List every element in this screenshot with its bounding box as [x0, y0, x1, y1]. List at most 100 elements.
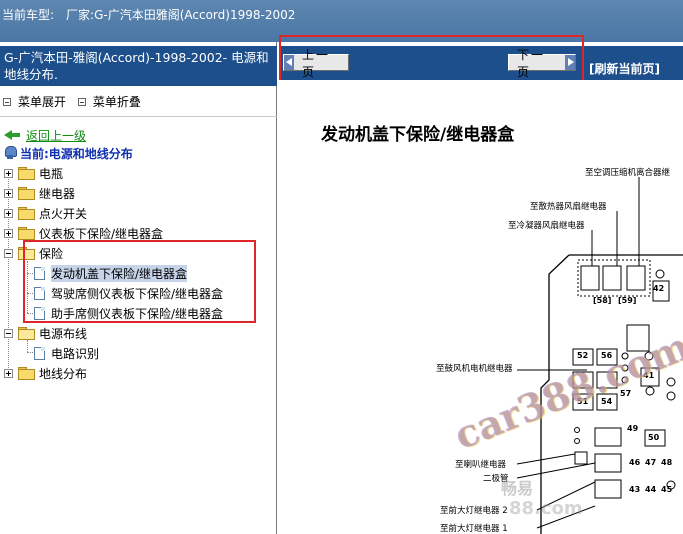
tree-item-label[interactable]: 仪表板下保险/继电器盒 [39, 225, 163, 242]
tree-item-ignition[interactable]: 点火开关 [4, 203, 87, 223]
tree-item-ground[interactable]: 地线分布 [4, 363, 87, 383]
arrow-right-icon [564, 55, 575, 70]
document-icon [34, 266, 45, 280]
terminal [621, 364, 629, 372]
fuse-47: 47 [645, 458, 657, 467]
terminal [621, 352, 629, 360]
expand-menu-button[interactable]: 菜单展开 [3, 93, 66, 110]
collapse-icon[interactable] [4, 248, 13, 258]
diagram-view: 发动机盖下保险/继电器盒 至空调压缩机离合器继 至散热器风扇继电器 至冷凝器风扇… [279, 80, 683, 534]
relay-slot [626, 324, 650, 352]
tree-item-circuit-id[interactable]: 电路识别 [34, 343, 99, 363]
tree-item-driver-fusebox[interactable]: 驾驶席侧仪表板下保险/继电器盒 [34, 283, 223, 303]
car-model-label: 当前车型: [2, 8, 55, 22]
fuse-57: 57 [620, 389, 632, 398]
fuse-43: 43 [629, 485, 641, 494]
fuse-59: [59] [618, 296, 637, 305]
tree-item-battery[interactable]: 电瓶 [4, 163, 63, 183]
fuse-slot [596, 371, 618, 389]
fuse-41: 41 [643, 371, 655, 380]
relay-slot [594, 479, 622, 499]
document-icon [34, 346, 45, 360]
fuse-44: 44 [645, 485, 657, 494]
next-page-button[interactable]: 下一页 [508, 48, 576, 79]
tree-item-label[interactable]: 电瓶 [39, 165, 63, 182]
fuse-48: 48 [661, 458, 673, 467]
back-arrow-icon [4, 129, 22, 141]
tree-item-passenger-fusebox[interactable]: 助手席侧仪表板下保险/继电器盒 [34, 303, 223, 323]
relay-slot [626, 265, 646, 291]
fuse-42: 42 [653, 284, 665, 293]
tree-item-fuse[interactable]: 保险 [4, 243, 63, 263]
relay-slot [580, 265, 600, 291]
next-page-label: 下一页 [517, 47, 546, 79]
terminal [574, 427, 580, 433]
collapse-menu-icon [77, 97, 86, 106]
terminal [621, 376, 629, 384]
expand-icon[interactable] [4, 368, 13, 378]
prev-page-button[interactable]: 上一页 [283, 48, 349, 79]
expand-icon[interactable] [4, 228, 13, 238]
tree-item-label[interactable]: 保险 [39, 245, 63, 262]
refresh-page-link[interactable]: [刷新当前页] [589, 60, 660, 77]
tree-item-relay[interactable]: 继电器 [4, 183, 75, 203]
tree-item-label[interactable]: 地线分布 [39, 365, 87, 382]
arrow-left-icon [284, 55, 294, 70]
relay-slot [602, 265, 622, 291]
tree-item-label[interactable]: 驾驶席侧仪表板下保险/继电器盒 [51, 285, 223, 302]
fuse-46: 46 [629, 458, 641, 467]
tree-item-label-selected[interactable]: 发动机盖下保险/继电器盒 [51, 264, 188, 282]
leader-line [536, 505, 596, 529]
tree-item-label[interactable]: 助手席侧仪表板下保险/继电器盒 [51, 305, 223, 322]
expand-menu-icon [3, 97, 11, 106]
tree-line [27, 261, 28, 313]
collapse-menu-label: 菜单折叠 [92, 95, 141, 109]
fuse-56: 56 [601, 351, 613, 360]
tree-item-label[interactable]: 点火开关 [39, 205, 87, 222]
fuse-58: [58] [593, 296, 612, 305]
folder-icon [18, 207, 35, 220]
expand-icon[interactable] [4, 168, 13, 178]
fuse-52: 52 [577, 351, 589, 360]
tree-item-dash-fusebox[interactable]: 仪表板下保险/继电器盒 [4, 223, 163, 243]
folder-open-icon [18, 327, 35, 340]
back-row: 返回上一级 [4, 125, 86, 145]
panel-title: G-广汽本田-雅阁(Accord)-1998-2002- 电源和地线分布. [0, 46, 277, 86]
fuse-51: 51 [577, 397, 589, 406]
terminal [645, 386, 655, 396]
expand-icon[interactable] [4, 188, 13, 198]
current-location-label: 当前:电源和地线分布 [20, 146, 133, 161]
divider [0, 116, 277, 117]
content-panel: 上一页 下一页 [刷新当前页] 发动机盖下保险/继电器盒 至空调压缩机离合器继 … [279, 35, 683, 534]
tree-item-label[interactable]: 电路识别 [51, 345, 99, 362]
tree-item-label[interactable]: 电源布线 [39, 325, 87, 342]
folder-icon [18, 227, 35, 240]
expand-icon[interactable] [4, 208, 13, 218]
document-icon [34, 286, 45, 300]
navigation-panel: G-广汽本田-雅阁(Accord)-1998-2002- 电源和地线分布. 菜单… [0, 42, 277, 534]
folder-icon [18, 187, 35, 200]
expand-menu-label: 菜单展开 [18, 95, 67, 109]
fuse-54: 54 [601, 397, 613, 406]
diode-slot [574, 451, 588, 465]
fuse-45: 45 [661, 485, 673, 494]
page-navigation-bar: 上一页 下一页 [刷新当前页] [279, 46, 683, 80]
terminal [574, 438, 580, 444]
tree-item-engine-fusebox[interactable]: 发动机盖下保险/继电器盒 [34, 263, 188, 283]
menu-operations: 菜单展开 菜单折叠 [3, 93, 149, 110]
fuse-49: 49 [627, 424, 639, 433]
leader-line [516, 453, 576, 465]
terminal [644, 351, 654, 361]
fuse-50: 50 [648, 433, 660, 442]
tree-item-power-wiring[interactable]: 电源布线 [4, 323, 87, 343]
document-icon [34, 306, 45, 320]
collapse-menu-button[interactable]: 菜单折叠 [77, 93, 141, 110]
location-icon [4, 146, 17, 160]
terminal [666, 377, 676, 387]
car-model-line: 当前车型: 厂家:G-广汽本田雅阁(Accord)1998-2002 [2, 6, 295, 23]
back-link[interactable]: 返回上一级 [26, 127, 86, 144]
current-location: 当前:电源和地线分布 [4, 143, 133, 163]
collapse-icon[interactable] [4, 328, 13, 338]
tree-item-label[interactable]: 继电器 [39, 185, 75, 202]
folder-icon [18, 167, 35, 180]
